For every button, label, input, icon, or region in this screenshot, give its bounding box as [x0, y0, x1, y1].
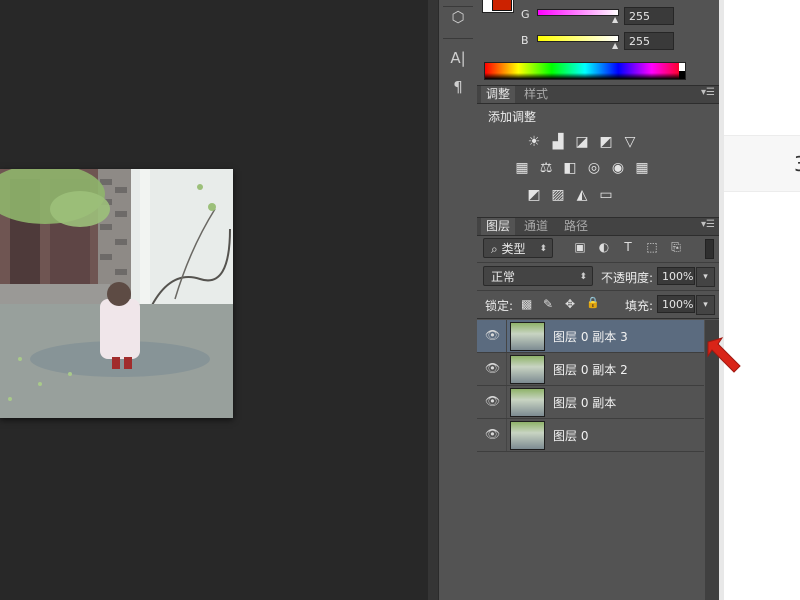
b-channel-label: B — [521, 34, 529, 47]
layer-filter-dropdown[interactable]: ⌕ 类型 ⬍ — [483, 238, 553, 258]
invert-icon[interactable]: ◩ — [525, 187, 543, 203]
image-filter-icon[interactable]: ▣ — [573, 240, 587, 254]
foreground-color-swatch[interactable] — [492, 0, 512, 11]
layer-row[interactable]: 👁 图层 0 副本 3 — [477, 320, 704, 353]
lock-all-icon[interactable]: 🔒 — [586, 296, 600, 309]
blend-mode-value: 正常 — [491, 270, 516, 284]
tab-layers[interactable]: 图层 — [481, 218, 516, 235]
add-adjustment-title: 添加调整 — [488, 110, 537, 124]
smart-object-filter-icon[interactable]: ⎘ — [669, 240, 683, 254]
threshold-icon[interactable]: ◭ — [573, 187, 591, 203]
channel-mixer-icon[interactable]: ◉ — [609, 160, 627, 176]
curves-icon[interactable]: ◪ — [573, 134, 591, 150]
layer-name: 图层 0 副本 — [553, 396, 617, 410]
fill-label: 填充: — [625, 299, 654, 313]
visibility-eye-icon[interactable]: 👁 — [485, 361, 500, 375]
levels-icon[interactable]: ▟ — [549, 134, 567, 150]
fill-slider-toggle[interactable]: ▾ — [696, 295, 715, 315]
layer-thumbnail — [510, 388, 545, 417]
layer-thumbnail — [510, 421, 545, 450]
layer-thumbnail — [510, 355, 545, 384]
color-balance-icon[interactable]: ⚖ — [537, 160, 555, 176]
tab-paths[interactable]: 路径 — [559, 218, 593, 235]
tab-channels[interactable]: 通道 — [519, 218, 553, 235]
paragraph-icon[interactable]: ¶ — [447, 76, 469, 98]
g-slider-handle[interactable]: ▲ — [612, 15, 618, 24]
g-channel-label: G — [521, 8, 530, 21]
g-slider-track[interactable] — [537, 9, 619, 16]
layer-row[interactable]: 👁 图层 0 — [477, 419, 704, 452]
shape-filter-icon[interactable]: ⬚ — [645, 240, 659, 254]
right-divider — [719, 0, 724, 600]
g-value-field[interactable]: 255 — [624, 7, 674, 25]
adjustment-filter-icon[interactable]: ◐ — [597, 240, 611, 254]
red-arrow-annotation — [707, 337, 741, 373]
document-image[interactable] — [0, 169, 233, 418]
tab-adjustments[interactable]: 调整 — [481, 86, 516, 103]
visibility-eye-icon[interactable]: 👁 — [485, 394, 500, 408]
tab-styles[interactable]: 样式 — [519, 86, 553, 103]
color-spectrum-bar[interactable] — [484, 62, 686, 80]
panel-gutter — [428, 0, 438, 600]
filter-toggle-switch[interactable] — [705, 239, 714, 259]
opacity-slider-toggle[interactable]: ▾ — [696, 267, 715, 287]
layer-row[interactable]: 👁 图层 0 副本 2 — [477, 353, 704, 386]
layer-name: 图层 0 副本 2 — [553, 363, 628, 377]
lock-transparent-icon[interactable]: ▩ — [521, 297, 532, 311]
blend-mode-dropdown[interactable]: 正常 ⬍ — [483, 266, 593, 286]
adjustments-tab-bar: 调整 样式 ▾☰ — [477, 85, 719, 104]
panel-dock: G ▲ 255 B ▲ 255 调整 样式 ▾☰ 添加调整 ☀ ▟ ◪ ◩ ▽ … — [477, 0, 719, 600]
visibility-eye-icon[interactable]: 👁 — [485, 328, 500, 342]
type-filter-icon[interactable]: T — [621, 240, 635, 254]
layer-thumbnail — [510, 322, 545, 351]
lock-position-icon[interactable]: ✥ — [565, 297, 575, 311]
opacity-field[interactable]: 100% — [657, 267, 695, 285]
cube-icon[interactable]: ⬡ — [447, 6, 469, 28]
layer-filter-value: 类型 — [501, 242, 526, 256]
hue-saturation-icon[interactable]: ▦ — [513, 160, 531, 176]
vibrance-icon[interactable]: ▽ — [621, 134, 639, 150]
brightness-icon[interactable]: ☀ — [525, 134, 543, 150]
visibility-eye-icon[interactable]: 👁 — [485, 427, 500, 441]
gradient-map-icon[interactable]: ▭ — [597, 187, 615, 203]
chevron-updown-icon: ⬍ — [579, 272, 587, 282]
layer-name: 图层 0 — [553, 429, 589, 443]
search-icon: ⌕ — [491, 242, 502, 256]
character-icon[interactable]: A| — [447, 47, 469, 69]
photo-filter-icon[interactable]: ◎ — [585, 160, 603, 176]
b-slider-track[interactable] — [537, 35, 619, 42]
chevron-updown-icon: ⬍ — [539, 244, 547, 254]
exposure-icon[interactable]: ◩ — [597, 134, 615, 150]
panel-menu-icon[interactable]: ▾☰ — [701, 87, 715, 98]
partial-text: 3 — [794, 152, 800, 176]
panel-menu-icon[interactable]: ▾☰ — [701, 219, 715, 230]
lock-label: 锁定: — [485, 299, 514, 313]
posterize-icon[interactable]: ▨ — [549, 187, 567, 203]
color-lookup-icon[interactable]: ▦ — [633, 160, 651, 176]
fill-field[interactable]: 100% — [657, 295, 695, 313]
black-white-icon[interactable]: ◧ — [561, 160, 579, 176]
layer-list: 👁 图层 0 副本 3 👁 图层 0 副本 2 👁 图层 0 副本 👁 图层 0 — [477, 320, 704, 600]
lock-pixels-icon[interactable]: ✎ — [543, 297, 553, 311]
opacity-label: 不透明度: — [601, 271, 654, 285]
illustration-artwork — [0, 169, 233, 418]
b-value-field[interactable]: 255 — [624, 32, 674, 50]
content-strip: 3 — [724, 135, 800, 192]
browser-content-area — [719, 0, 800, 600]
layer-row[interactable]: 👁 图层 0 副本 — [477, 386, 704, 419]
layer-name: 图层 0 副本 3 — [553, 330, 628, 344]
collapsed-panel-strip: ⬡ A| ¶ — [438, 0, 478, 600]
b-slider-handle[interactable]: ▲ — [612, 41, 618, 50]
layers-tab-bar: 图层 通道 路径 ▾☰ — [477, 217, 719, 236]
